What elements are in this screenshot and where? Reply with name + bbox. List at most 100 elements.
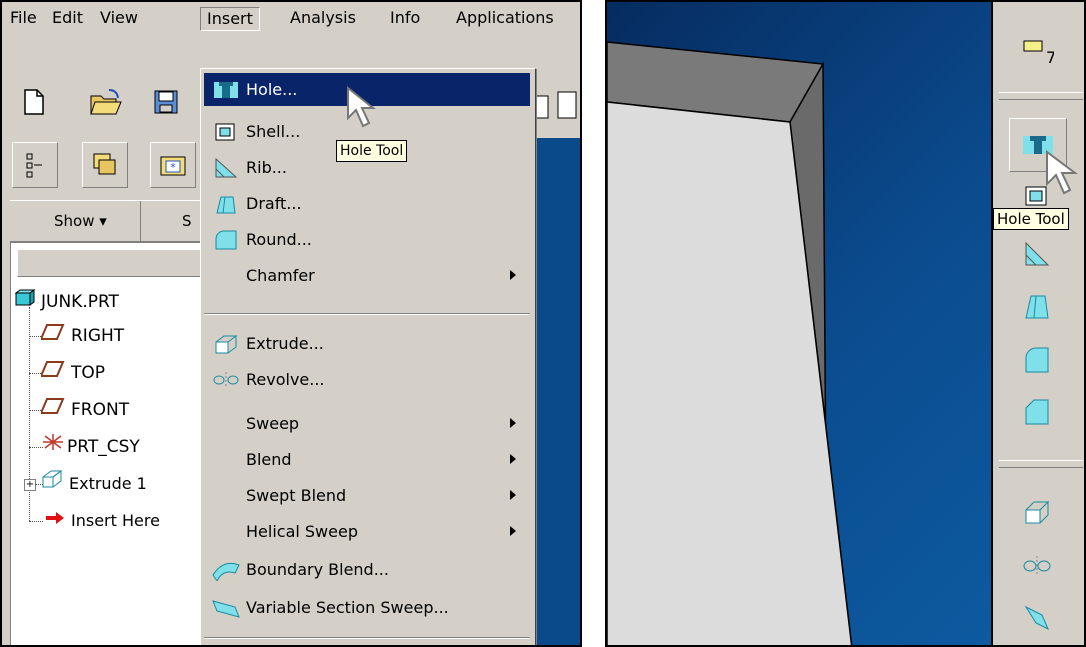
menu-item-label: Swept Blend xyxy=(246,486,347,505)
svg-text:*: * xyxy=(170,161,176,174)
revolve-tool-icon[interactable] xyxy=(1009,540,1065,592)
menu-item-label: Revolve... xyxy=(246,370,325,389)
round-tool-icon[interactable] xyxy=(1009,334,1065,386)
tree-item-label: Insert Here xyxy=(71,511,160,530)
tree-item-part[interactable]: JUNK.PRT xyxy=(14,287,119,317)
graphics-viewport xyxy=(607,2,991,645)
datum-plane-tool-icon[interactable]: 7 xyxy=(1009,24,1065,76)
show-dropdown-button[interactable]: Show ▾ xyxy=(54,209,107,233)
menu-item-swept-blend[interactable]: Swept Blend xyxy=(204,479,530,512)
menu-separator xyxy=(204,637,530,639)
boundary-blend-icon xyxy=(210,556,242,584)
menu-info[interactable]: Info xyxy=(384,7,426,31)
menu-item-label: Chamfer xyxy=(246,266,315,285)
model-tree: JUNK.PRT RIGHT TOP FRONT PRT_CSY + Extru… xyxy=(10,242,208,645)
tree-item-top-plane[interactable]: TOP xyxy=(39,358,106,388)
settings-dropdown-button[interactable]: S xyxy=(182,209,192,233)
submenu-arrow-icon xyxy=(510,270,516,280)
menu-item-label: Round... xyxy=(246,230,312,249)
menu-bar: File Edit View Insert Analysis Info Appl… xyxy=(2,2,580,32)
menu-edit[interactable]: Edit xyxy=(46,7,89,31)
menu-item-revolve[interactable]: Revolve... xyxy=(204,363,530,396)
toolbar-separator xyxy=(999,460,1083,468)
datum-plane-icon xyxy=(39,321,65,351)
menu-view[interactable]: View xyxy=(94,7,144,31)
favorites-tab-icon[interactable]: * xyxy=(150,142,196,188)
round-icon xyxy=(210,226,242,254)
save-icon[interactable] xyxy=(148,84,184,120)
extrude-icon xyxy=(210,330,242,358)
menu-item-label: Sweep xyxy=(246,414,300,433)
tree-item-label: TOP xyxy=(71,363,106,383)
hole-tool-tooltip: Hole Tool xyxy=(336,140,408,162)
menu-applications[interactable]: Applications xyxy=(450,7,560,31)
submenu-arrow-icon xyxy=(510,454,516,464)
extrude-tool-icon[interactable] xyxy=(1009,486,1065,538)
menu-item-round[interactable]: Round... xyxy=(204,223,530,256)
tree-item-front-plane[interactable]: FRONT xyxy=(39,395,130,425)
variable-section-sweep-tool-icon[interactable] xyxy=(1009,592,1065,644)
menu-item-label: Boundary Blend... xyxy=(246,560,389,579)
toolbar-overflow xyxy=(534,86,580,130)
datum-plane-icon xyxy=(39,358,65,388)
menu-item-label: Blend xyxy=(246,450,292,469)
insert-arrow-icon xyxy=(45,506,65,536)
open-folder-icon[interactable] xyxy=(88,84,124,120)
model-tree-tab-icon[interactable] xyxy=(12,142,58,188)
tree-item-extrude[interactable]: Extrude 1 xyxy=(41,469,147,499)
chamfer-tool-icon[interactable] xyxy=(1009,386,1065,438)
tree-item-label: JUNK.PRT xyxy=(41,292,119,312)
tree-item-csys[interactable]: PRT_CSY xyxy=(41,432,140,462)
variable-section-sweep-icon xyxy=(210,594,242,622)
datum-plane-icon xyxy=(39,395,65,425)
menu-item-blend[interactable]: Blend xyxy=(204,443,530,476)
menu-item-helical-sweep[interactable]: Helical Sweep xyxy=(204,515,530,548)
tree-item-label: Extrude 1 xyxy=(69,474,147,493)
hole-tool-tooltip: Hole Tool xyxy=(993,208,1069,230)
menu-item-label: Helical Sweep xyxy=(246,522,358,541)
tree-item-label: FRONT xyxy=(71,400,130,420)
rib-icon xyxy=(210,154,242,182)
menu-analysis[interactable]: Analysis xyxy=(284,7,362,31)
tree-item-insert-here[interactable]: Insert Here xyxy=(45,506,160,536)
coordinate-system-icon xyxy=(41,432,65,462)
shell-icon xyxy=(210,118,242,146)
menu-item-extrude[interactable]: Extrude... xyxy=(204,327,530,360)
revolve-icon xyxy=(210,366,242,394)
feature-toolbar: 7 xyxy=(991,2,1084,645)
rib-tool-icon[interactable] xyxy=(1009,228,1065,280)
left-screenshot-panel: File Edit View Insert Analysis Info Appl… xyxy=(0,0,582,647)
menu-item-draft[interactable]: Draft... xyxy=(204,187,530,220)
menu-file[interactable]: File xyxy=(4,7,43,31)
model-tree-header xyxy=(17,249,207,277)
tree-item-right-plane[interactable]: RIGHT xyxy=(39,321,125,351)
svg-text:7: 7 xyxy=(1046,48,1054,65)
menu-item-sweep[interactable]: Sweep xyxy=(204,407,530,440)
menu-item-label: Draft... xyxy=(246,194,302,213)
folder-browser-tab-icon[interactable] xyxy=(82,142,128,188)
menu-item-boundary-blend[interactable]: Boundary Blend... xyxy=(204,553,530,586)
viewport-edge xyxy=(534,138,580,645)
menu-item-variable-section-sweep[interactable]: Variable Section Sweep... xyxy=(204,591,530,624)
show-bar: Show ▾ S xyxy=(10,200,206,242)
menu-item-label: Variable Section Sweep... xyxy=(246,598,449,617)
tree-item-label: RIGHT xyxy=(71,326,125,346)
new-file-icon[interactable] xyxy=(16,84,52,120)
file-toolbar xyxy=(2,72,222,132)
draft-tool-icon[interactable] xyxy=(1009,280,1065,332)
menu-item-label: Shell... xyxy=(246,122,301,141)
submenu-arrow-icon xyxy=(510,526,516,536)
hole-icon xyxy=(210,76,242,104)
submenu-arrow-icon xyxy=(510,490,516,500)
part-model-corner xyxy=(607,41,853,645)
right-screenshot-panel: 7 Hole Tool xyxy=(605,0,1086,647)
draft-icon xyxy=(210,190,242,218)
menu-insert[interactable]: Insert xyxy=(200,7,260,31)
tree-item-label: PRT_CSY xyxy=(67,437,140,457)
toolbar-separator xyxy=(999,92,1083,100)
menu-item-label: Extrude... xyxy=(246,334,324,353)
menu-item-label: Hole... xyxy=(246,80,298,99)
menu-item-chamfer[interactable]: Chamfer xyxy=(204,259,530,292)
mouse-pointer-icon xyxy=(1045,150,1081,202)
expand-toggle-icon[interactable]: + xyxy=(24,479,36,491)
